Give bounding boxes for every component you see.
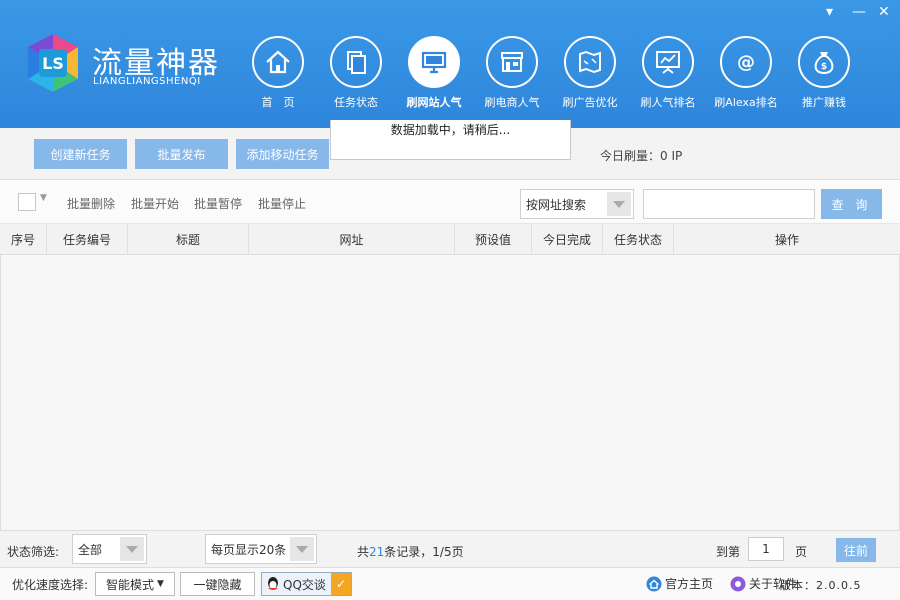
column-header: 今日完成: [532, 224, 603, 254]
one-click-hide-button[interactable]: 一键隐藏: [180, 572, 255, 596]
home-icon: [646, 576, 662, 591]
select-all-checkbox[interactable]: [18, 193, 36, 211]
column-header: 网址: [249, 224, 455, 254]
speed-mode-value: 智能模式: [106, 577, 155, 592]
search-type-value: 按网址搜索: [526, 197, 587, 212]
speed-label: 优化速度选择:: [12, 578, 89, 592]
table-header: 序号 任务编号 标题 网址 预设值 今日完成 任务状态 操作: [0, 224, 900, 255]
nav-label: 任务状态: [334, 96, 378, 109]
at-icon: @: [737, 52, 755, 73]
nav-promote-earn[interactable]: $ 推广赚钱: [785, 36, 863, 110]
official-site-label: 官方主页: [665, 577, 714, 591]
nav-label: 刷电商人气: [484, 96, 540, 109]
search-input[interactable]: [643, 189, 815, 219]
nav-home[interactable]: 首 页: [239, 36, 317, 110]
chevron-down-icon[interactable]: ▼: [40, 193, 47, 203]
chart-board-icon: [656, 51, 680, 74]
batch-start-link[interactable]: 批量开始: [131, 195, 179, 212]
column-header: 标题: [128, 224, 249, 254]
column-header: 任务状态: [603, 224, 674, 254]
status-filter-value: 全部: [78, 542, 103, 557]
status-filter-label: 状态筛选:: [7, 545, 60, 559]
version-label: 版本：2.0.0.5: [780, 579, 862, 592]
money-bag-icon: $: [814, 52, 834, 75]
speed-mode-select[interactable]: 智能模式 ▼: [95, 572, 175, 596]
nav-label: 刷人气排名: [640, 96, 696, 109]
total-count: 21: [369, 545, 385, 559]
column-header: 序号: [0, 224, 47, 254]
goto-suffix: 页: [795, 545, 808, 559]
create-task-button[interactable]: 创建新任务: [34, 139, 127, 169]
go-page-button[interactable]: 往前: [836, 538, 876, 562]
official-site-link[interactable]: 官方主页: [646, 575, 713, 592]
qq-penguin-icon: [268, 577, 278, 590]
brand-name-en: LIANGLIANGSHENQI: [93, 76, 201, 87]
qq-chat-button[interactable]: QQ交谈 ✓: [261, 572, 352, 596]
chevron-down-icon: ▼: [157, 579, 164, 589]
nav-label: 刷广告优化: [562, 96, 618, 109]
nav-ecommerce-traffic[interactable]: 刷电商人气: [473, 36, 551, 110]
column-header: 操作: [774, 232, 799, 247]
search-type-select[interactable]: 按网址搜索: [520, 189, 634, 219]
nav-alexa-ranking[interactable]: @ 刷Alexa排名: [707, 36, 785, 110]
goto-prefix: 到第: [716, 545, 741, 559]
chevron-down-icon: [120, 537, 144, 561]
header-bar: ▾ — ✕ LS 流量神器 LIANGLIANGSHENQI 首 页 任务状态 …: [0, 0, 900, 128]
batch-pause-link[interactable]: 批量暂停: [194, 195, 242, 212]
chevron-down-icon: [290, 537, 314, 561]
menu-dropdown-icon[interactable]: ▾: [826, 4, 833, 20]
monitor-icon: [421, 51, 447, 74]
status-filter-select[interactable]: 全部: [72, 534, 147, 564]
about-icon: [730, 576, 746, 591]
page-size-select[interactable]: 每页显示20条: [205, 534, 317, 564]
batch-stop-link[interactable]: 批量停止: [258, 195, 306, 212]
page-size-value: 每页显示20条: [211, 542, 287, 557]
nav-website-traffic[interactable]: 刷网站人气: [395, 36, 473, 110]
batch-publish-button[interactable]: 批量发布: [135, 139, 228, 169]
minimize-icon[interactable]: —: [852, 4, 866, 20]
today-views: 今日刷量：0 IP: [600, 149, 683, 163]
logo-icon: LS: [28, 34, 78, 92]
nav-task-status[interactable]: 任务状态: [317, 36, 395, 110]
logo-text: LS: [42, 54, 64, 73]
column-header: 预设值: [455, 224, 532, 254]
loading-popup: 数据加载中，请稍后...: [330, 120, 571, 160]
check-icon: ✓: [331, 573, 351, 595]
svg-text:@: @: [737, 52, 755, 73]
column-header: 任务编号: [47, 224, 128, 254]
qq-chat-label: QQ交谈: [283, 577, 326, 592]
batch-delete-link[interactable]: 批量删除: [67, 195, 115, 212]
chevron-down-icon: [607, 192, 631, 216]
nav-label: 首 页: [261, 96, 295, 109]
nav-label: 刷Alexa排名: [714, 96, 778, 109]
loading-text: 数据加载中，请稍后...: [390, 123, 511, 137]
nav-popularity-ranking[interactable]: 刷人气排名: [629, 36, 707, 110]
map-icon: [579, 50, 601, 74]
nav-label: 刷网站人气: [406, 96, 462, 109]
goto-page-input[interactable]: 1: [748, 537, 784, 561]
record-count: 共21条记录，1/5页: [357, 545, 464, 559]
documents-icon: [347, 51, 366, 74]
nav-label: 推广赚钱: [802, 96, 846, 109]
query-button[interactable]: 查 询: [821, 189, 882, 219]
store-icon: [501, 52, 523, 72]
add-mobile-task-button[interactable]: 添加移动任务: [236, 139, 329, 169]
svg-text:$: $: [821, 62, 827, 72]
nav-ad-optimization[interactable]: 刷广告优化: [551, 36, 629, 110]
table-body: [0, 255, 900, 530]
home-icon: [266, 50, 290, 74]
close-icon[interactable]: ✕: [878, 4, 890, 20]
